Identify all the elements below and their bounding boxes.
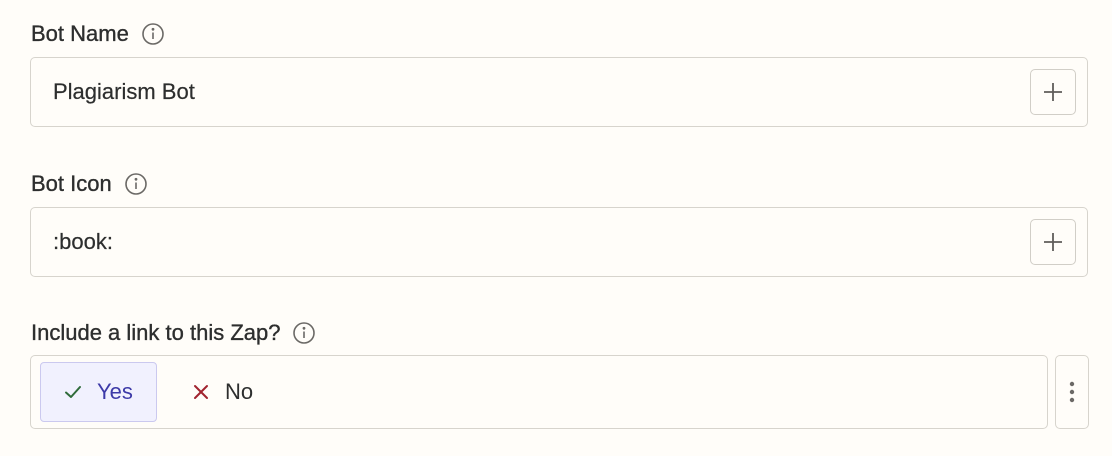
insert-data-button[interactable] [1030,219,1076,265]
x-icon [194,385,208,399]
bot-name-value[interactable]: Plagiarism Bot [53,58,195,125]
bot-icon-label-text: Bot Icon [31,171,112,196]
bot-name-label: Bot Name [31,20,165,48]
include-link-label: Include a link to this Zap? [31,319,316,347]
bot-name-label-text: Bot Name [31,21,129,46]
check-icon [65,386,81,398]
insert-data-button[interactable] [1030,69,1076,115]
kebab-menu-icon [1069,381,1075,403]
bot-icon-input[interactable]: :book: [30,207,1088,277]
bot-name-input[interactable]: Plagiarism Bot [30,57,1088,127]
include-link-toggle-group: Yes No [30,355,1048,429]
info-icon[interactable] [141,22,165,46]
option-yes-label: Yes [97,379,133,404]
info-icon[interactable] [124,172,148,196]
bot-icon-value[interactable]: :book: [53,208,113,275]
info-icon[interactable] [292,321,316,345]
plus-icon [1044,83,1062,101]
option-no-label: No [225,379,254,404]
plus-icon [1044,233,1062,251]
field-options-menu-button[interactable] [1055,355,1089,429]
include-link-label-text: Include a link to this Zap? [31,320,281,345]
bot-icon-label: Bot Icon [31,170,148,198]
option-yes[interactable]: Yes [40,362,157,422]
option-no[interactable]: No [191,362,281,422]
